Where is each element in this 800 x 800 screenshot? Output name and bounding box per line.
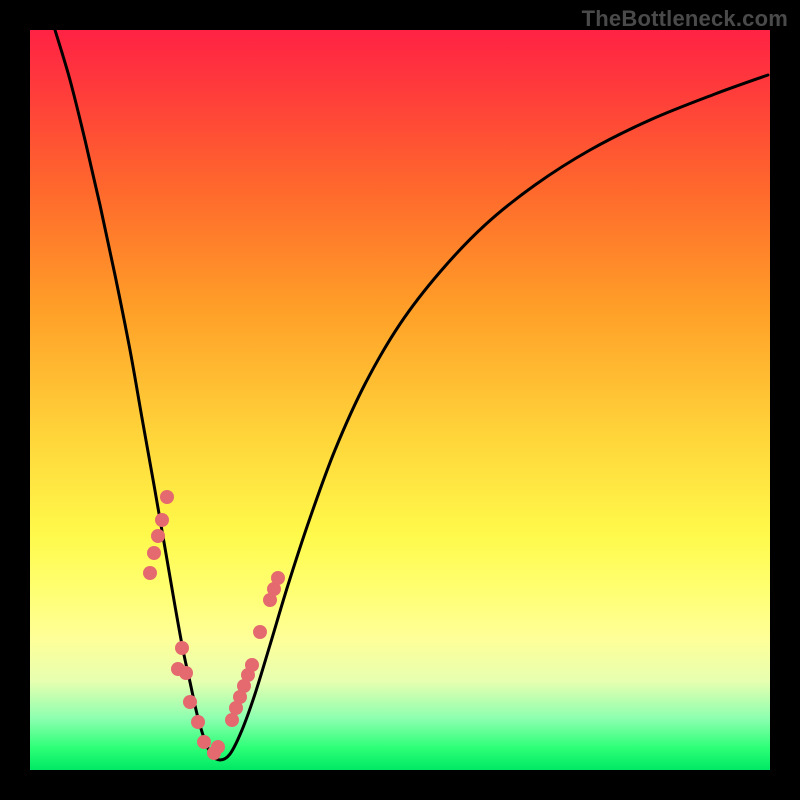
data-marker xyxy=(211,740,225,754)
data-marker xyxy=(175,641,189,655)
data-marker xyxy=(271,571,285,585)
data-marker xyxy=(155,513,169,527)
data-marker xyxy=(197,735,211,749)
data-marker xyxy=(191,715,205,729)
data-marker xyxy=(151,529,165,543)
data-marker xyxy=(179,666,193,680)
bottleneck-curve xyxy=(55,30,768,760)
plot-area xyxy=(30,30,770,770)
data-marker xyxy=(160,490,174,504)
data-marker xyxy=(183,695,197,709)
watermark-text: TheBottleneck.com xyxy=(582,6,788,32)
data-marker xyxy=(147,546,161,560)
data-markers xyxy=(143,490,285,760)
data-marker xyxy=(143,566,157,580)
chart-frame: TheBottleneck.com xyxy=(0,0,800,800)
curve-layer xyxy=(30,30,770,770)
data-marker xyxy=(225,713,239,727)
data-marker xyxy=(245,658,259,672)
data-marker xyxy=(253,625,267,639)
